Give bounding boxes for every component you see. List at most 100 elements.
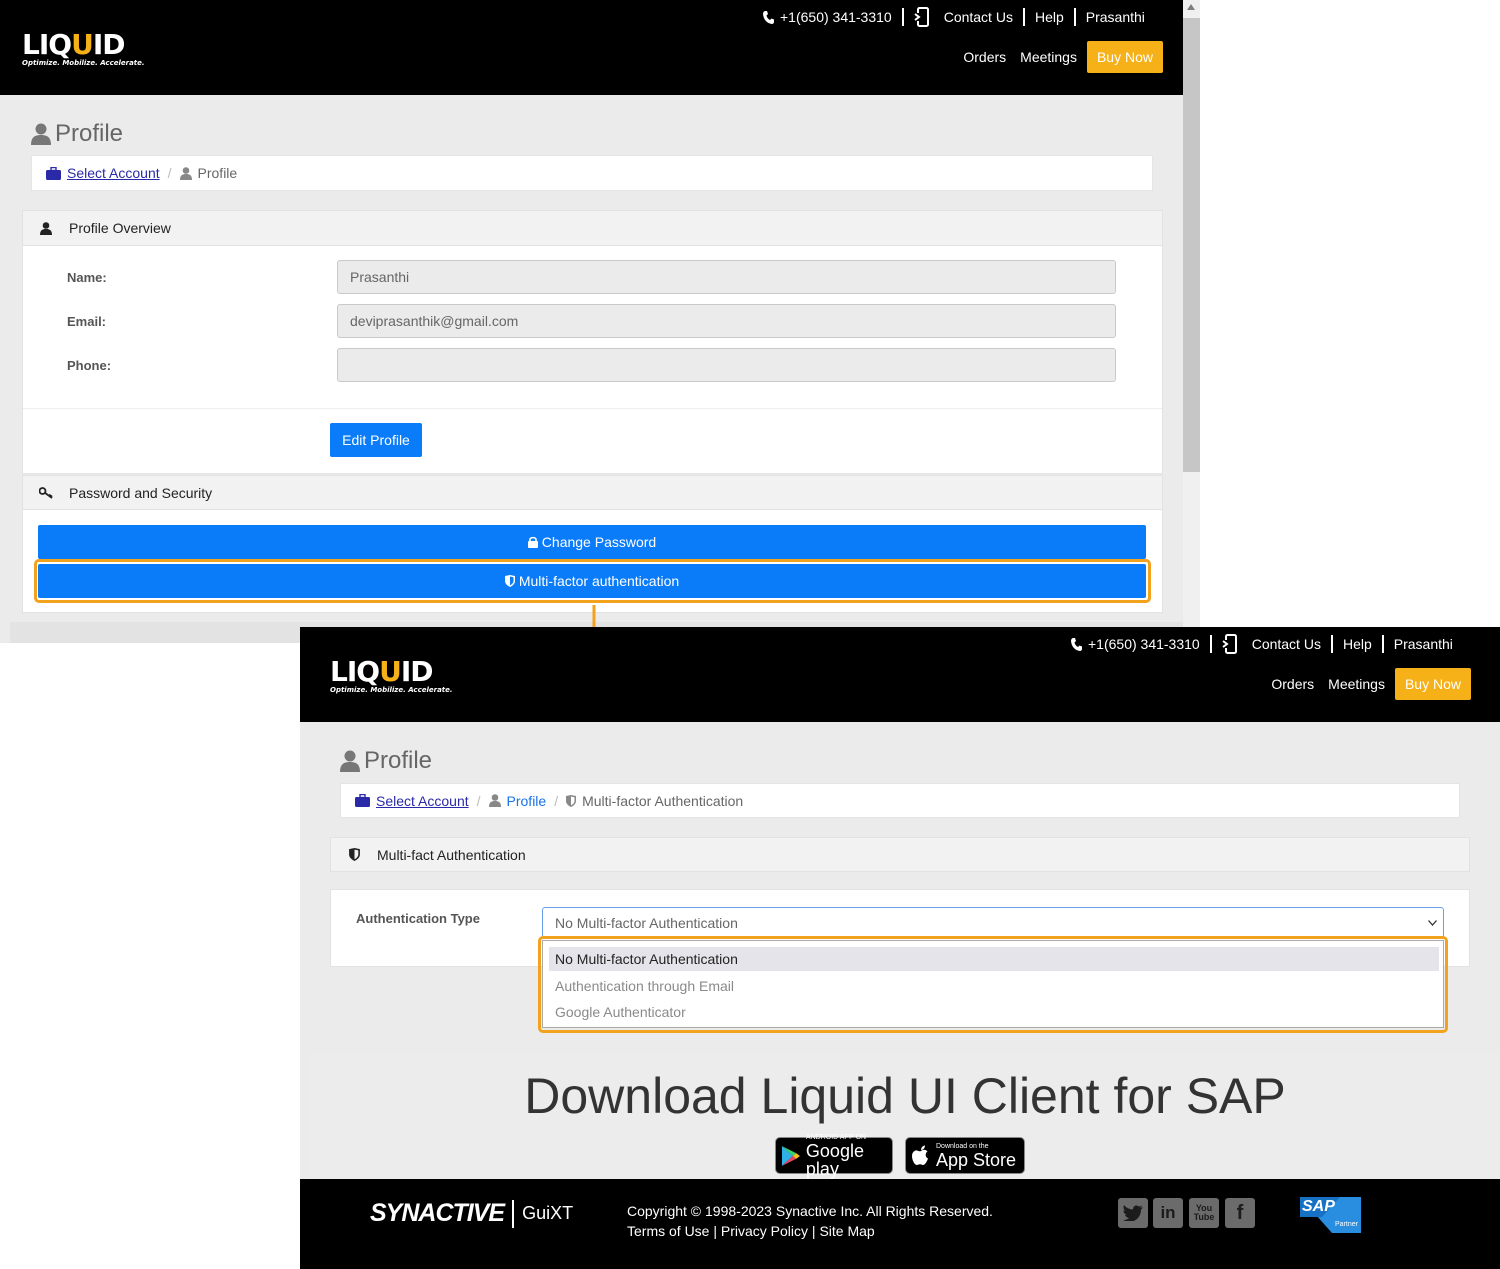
- page-title: Profile: [31, 120, 123, 148]
- scroll-up-arrow-icon[interactable]: [1187, 4, 1195, 10]
- facebook-icon[interactable]: f: [1225, 1198, 1255, 1228]
- google-play-icon: [782, 1145, 800, 1166]
- logo-tagline: Optimize. Mobilize. Accelerate.: [330, 686, 453, 694]
- copyright: Copyright © 1998-2023 Synactive Inc. All…: [627, 1203, 993, 1219]
- breadcrumb-select-account[interactable]: Select Account: [376, 793, 469, 809]
- briefcase-icon: [355, 794, 370, 807]
- terms-link[interactable]: Terms of Use: [627, 1223, 709, 1239]
- breadcrumb-separator: /: [554, 792, 559, 809]
- sap-partner-logo[interactable]: SAP Partner: [1300, 1197, 1361, 1233]
- divider: [23, 408, 1162, 409]
- shield-icon: [566, 794, 577, 807]
- chevron-down-icon: [1428, 920, 1437, 926]
- phone-icon: [763, 10, 774, 24]
- key-icon: [39, 486, 53, 499]
- auth-type-label: Authentication Type: [356, 911, 480, 926]
- breadcrumb-separator: /: [167, 165, 172, 181]
- contact-label: Contact Us: [943, 9, 1013, 25]
- buy-now-button[interactable]: Buy Now: [1086, 41, 1163, 73]
- google-play-button[interactable]: ANDROID APP ON Google play: [775, 1134, 893, 1178]
- privacy-link[interactable]: Privacy Policy: [721, 1223, 808, 1239]
- breadcrumb-current: Multi-factor Authentication: [582, 792, 744, 809]
- breadcrumb: Select Account / Profile / Multi-factor …: [340, 783, 1460, 818]
- mfa-panel-title: Multi-fact Authentication: [377, 846, 526, 863]
- phone-link[interactable]: +1(650) 341-3310: [763, 9, 892, 25]
- linkedin-icon[interactable]: in: [1153, 1198, 1183, 1228]
- app-store-big-text: App Store: [936, 1149, 1017, 1170]
- change-password-button[interactable]: Change Password: [38, 525, 1146, 559]
- breadcrumb-select-account[interactable]: Select Account: [67, 165, 160, 181]
- liquid-logo[interactable]: LIQUID Optimize. Mobilize. Accelerate.: [330, 657, 453, 695]
- divider: [1330, 635, 1333, 653]
- user-icon: [40, 221, 52, 235]
- divider: [1073, 8, 1076, 26]
- name-field[interactable]: Prasanthi: [337, 260, 1116, 294]
- nav-meetings[interactable]: Meetings: [1328, 676, 1385, 692]
- phone-field[interactable]: [337, 348, 1116, 382]
- main-nav: Orders Meetings Buy Now: [1257, 668, 1471, 700]
- synactive-logo[interactable]: SYNACTIVE GuiXT: [370, 1199, 573, 1228]
- edit-profile-label: Edit Profile: [342, 432, 410, 448]
- apple-icon: [912, 1145, 928, 1165]
- email-field[interactable]: deviprasanthik@gmail.com: [337, 304, 1116, 338]
- youtube-icon[interactable]: You Tube: [1189, 1198, 1219, 1228]
- top-links: +1(650) 341-3310 Contact Us Help Prasant…: [763, 7, 1145, 27]
- phone-number: +1(650) 341-3310: [780, 9, 892, 25]
- breadcrumb-separator: /: [476, 792, 481, 809]
- scroll-thumb[interactable]: [1183, 18, 1200, 472]
- divider: [901, 8, 904, 26]
- auth-type-value: No Multi-factor Authentication: [555, 915, 738, 931]
- edit-profile-button[interactable]: Edit Profile: [330, 423, 422, 457]
- user-icon: [488, 794, 501, 807]
- name-label: Name:: [67, 270, 107, 285]
- page-title: Profile: [340, 747, 432, 775]
- divider: [1381, 635, 1384, 653]
- nav-meetings[interactable]: Meetings: [1020, 49, 1077, 65]
- email-label: Email:: [67, 314, 107, 329]
- footer: SYNACTIVE GuiXT Copyright © 1998-2023 Sy…: [300, 1179, 1500, 1269]
- user-menu[interactable]: Prasanthi: [1086, 9, 1145, 25]
- scrollbar[interactable]: [1183, 0, 1200, 643]
- password-security-header: Password and Security: [22, 475, 1163, 510]
- phone-label: Phone:: [67, 358, 112, 373]
- nav-orders[interactable]: Orders: [963, 49, 1006, 65]
- nav-orders[interactable]: Orders: [1271, 676, 1314, 692]
- divider: [1209, 635, 1212, 653]
- auth-type-select[interactable]: No Multi-factor Authentication: [542, 907, 1444, 939]
- phone-link[interactable]: +1(650) 341-3310: [1071, 636, 1200, 652]
- breadcrumb-current: Profile: [197, 165, 238, 181]
- liquid-logo[interactable]: LIQUID Optimize. Mobilize. Accelerate.: [22, 30, 145, 68]
- password-security-title: Password and Security: [69, 484, 213, 501]
- user-menu[interactable]: Prasanthi: [1394, 636, 1453, 652]
- user-icon: [31, 123, 51, 145]
- breadcrumb: Select Account / Profile: [31, 155, 1153, 191]
- profile-overview-title: Profile Overview: [69, 220, 171, 236]
- profile-screenshot: LIQUID Optimize. Mobilize. Accelerate. +…: [0, 0, 1200, 643]
- top-header: LIQUID Optimize. Mobilize. Accelerate. +…: [0, 0, 1183, 95]
- user-icon: [340, 750, 360, 772]
- help-link[interactable]: Help: [1035, 9, 1064, 25]
- contact-link[interactable]: Contact Us: [1221, 634, 1321, 654]
- shield-icon: [348, 848, 360, 861]
- mobile-icon: [1221, 634, 1237, 654]
- user-icon: [179, 166, 192, 180]
- app-store-button[interactable]: Download on the App Store: [905, 1137, 1025, 1174]
- buy-now-button[interactable]: Buy Now: [1394, 668, 1471, 700]
- download-title: Download Liquid UI Client for SAP: [524, 1068, 1286, 1124]
- dropdown-highlight: [538, 936, 1448, 1033]
- contact-label: Contact Us: [1251, 636, 1321, 652]
- contact-link[interactable]: Contact Us: [913, 7, 1013, 27]
- briefcase-icon: [46, 166, 61, 180]
- mfa-button-highlight: [34, 559, 1151, 603]
- sitemap-link[interactable]: Site Map: [819, 1223, 874, 1239]
- brand-name: SYNACTIVE: [370, 1199, 505, 1227]
- breadcrumb-profile[interactable]: Profile: [507, 793, 547, 809]
- mobile-icon: [913, 7, 929, 27]
- divider: [1022, 8, 1025, 26]
- twitter-icon[interactable]: [1118, 1198, 1148, 1228]
- lock-icon: [527, 536, 538, 548]
- mfa-screenshot: LIQUID Optimize. Mobilize. Accelerate. +…: [300, 627, 1500, 1269]
- product-name: GuiXT: [522, 1203, 574, 1223]
- help-link[interactable]: Help: [1343, 636, 1372, 652]
- top-links: +1(650) 341-3310 Contact Us Help Prasant…: [1071, 634, 1453, 654]
